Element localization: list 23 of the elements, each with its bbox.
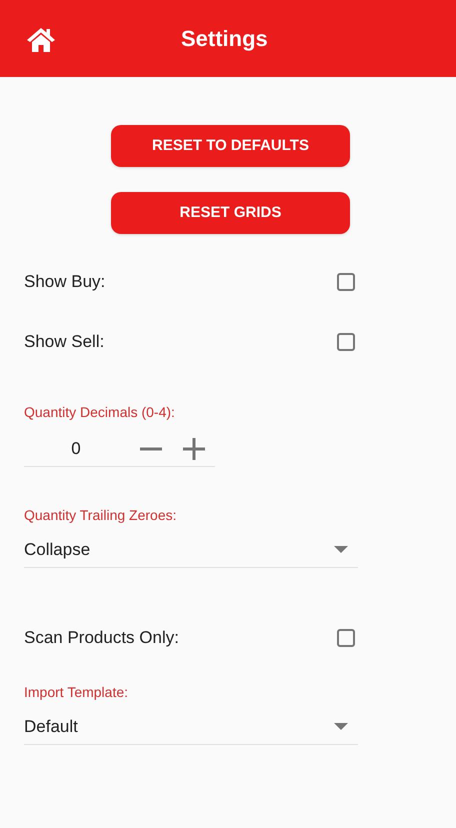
- home-icon[interactable]: [26, 27, 56, 52]
- checkbox[interactable]: [337, 629, 355, 647]
- dropdown-value: Default: [24, 716, 78, 738]
- setting-label: Show Sell:: [24, 331, 104, 354]
- field-label: Quantity Trailing Zeroes:: [24, 506, 178, 525]
- dropdown[interactable]: Default: [24, 709, 358, 745]
- field-label: Import Template:: [24, 683, 130, 702]
- reset-button[interactable]: RESET GRIDS: [111, 192, 350, 234]
- dropdown-caret-icon: [334, 723, 348, 730]
- checkbox[interactable]: [337, 273, 355, 291]
- field-label: Quantity Decimals (0-4):: [24, 403, 176, 422]
- dropdown-caret-icon: [334, 546, 348, 553]
- plus-icon[interactable]: [183, 438, 205, 460]
- dropdown-value: Collapse: [24, 538, 90, 561]
- checkbox[interactable]: [337, 333, 355, 351]
- dropdown[interactable]: Collapse: [24, 532, 358, 568]
- reset-button[interactable]: RESET TO DEFAULTS: [111, 125, 350, 167]
- setting-label: Show Buy:: [24, 271, 106, 294]
- number-stepper[interactable]: 0: [24, 431, 215, 467]
- setting-label: Scan Products Only:: [24, 627, 179, 650]
- minus-icon[interactable]: [140, 446, 162, 450]
- number-value: 0: [70, 438, 82, 460]
- page-title: Settings: [181, 25, 268, 53]
